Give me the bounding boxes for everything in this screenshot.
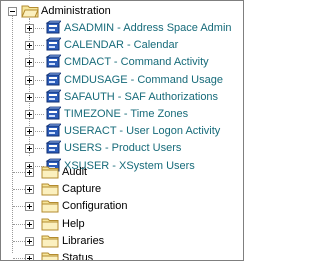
expand-toggle[interactable] xyxy=(25,76,34,85)
tree-item-label: Help xyxy=(62,218,85,230)
admin-node-icon xyxy=(45,20,61,34)
tree-item-admin-child[interactable]: CMDUSAGE - Command Usage xyxy=(1,71,243,89)
expand-toggle[interactable] xyxy=(25,185,34,194)
tree-item-admin-child[interactable]: USERS - Product Users xyxy=(1,139,243,157)
tree-item-label: USERS - Product Users xyxy=(64,142,182,154)
folder-open-icon xyxy=(21,5,39,18)
admin-node-icon xyxy=(45,37,61,51)
tree-item-admin-child[interactable]: CALENDAR - Calendar xyxy=(1,36,243,54)
tree-item-admin-child[interactable]: CMDACT - Command Activity xyxy=(1,53,243,71)
tree-item-admin-child[interactable]: USERACT - User Logon Activity xyxy=(1,122,243,140)
folder-icon xyxy=(41,252,59,260)
folder-icon xyxy=(41,200,59,213)
navigation-tree[interactable]: Administration ASADMIN - Address Space A… xyxy=(0,0,244,261)
expand-toggle[interactable] xyxy=(25,110,34,119)
tree-item-label: CALENDAR - Calendar xyxy=(64,39,179,51)
tree-item-label: Status xyxy=(62,252,94,261)
folder-icon xyxy=(41,218,59,231)
tree-item-label: Audit xyxy=(62,166,88,178)
expand-toggle[interactable] xyxy=(25,168,34,177)
admin-node-icon xyxy=(45,72,61,86)
expand-toggle[interactable] xyxy=(25,237,34,246)
expand-toggle[interactable] xyxy=(25,144,34,153)
expand-toggle[interactable] xyxy=(25,220,34,229)
tree-item-folder[interactable]: Help xyxy=(1,215,243,233)
tree-item-admin-child[interactable]: TIMEZONE - Time Zones xyxy=(1,105,243,123)
expand-toggle[interactable] xyxy=(25,127,34,136)
folder-icon xyxy=(41,166,59,179)
collapse-toggle[interactable] xyxy=(8,7,17,16)
expand-toggle[interactable] xyxy=(25,58,34,67)
tree-item-administration[interactable]: Administration xyxy=(1,2,243,20)
expand-toggle[interactable] xyxy=(25,202,34,211)
tree-item-label: TIMEZONE - Time Zones xyxy=(64,108,189,120)
tree-item-folder[interactable]: Audit xyxy=(1,163,243,181)
expand-toggle[interactable] xyxy=(25,24,34,33)
tree-item-admin-child[interactable]: SAFAUTH - SAF Authorizations xyxy=(1,88,243,106)
tree-item-folder[interactable]: Libraries xyxy=(1,232,243,250)
tree-item-label: SAFAUTH - SAF Authorizations xyxy=(64,91,219,103)
expand-toggle[interactable] xyxy=(25,254,34,260)
tree-item-folder[interactable]: Status xyxy=(1,249,243,261)
tree-item-label: Administration xyxy=(41,5,111,17)
admin-node-icon xyxy=(45,123,61,137)
admin-node-icon xyxy=(45,89,61,103)
expand-toggle[interactable] xyxy=(25,41,34,50)
tree-item-admin-child[interactable]: ASADMIN - Address Space Admin xyxy=(1,19,243,37)
tree-item-label: ASADMIN - Address Space Admin xyxy=(64,22,232,34)
expand-toggle[interactable] xyxy=(25,93,34,102)
admin-node-icon xyxy=(45,54,61,68)
admin-node-icon xyxy=(45,106,61,120)
tree-item-label: CMDUSAGE - Command Usage xyxy=(64,74,223,86)
folder-icon xyxy=(41,183,59,196)
folder-icon xyxy=(41,235,59,248)
admin-node-icon xyxy=(45,140,61,154)
tree-item-folder[interactable]: Capture xyxy=(1,180,243,198)
tree-item-label: CMDACT - Command Activity xyxy=(64,56,209,68)
tree-item-label: Capture xyxy=(62,183,102,195)
tree-item-label: Libraries xyxy=(62,235,105,247)
tree-item-label: Configuration xyxy=(62,200,128,212)
tree-item-folder[interactable]: Configuration xyxy=(1,197,243,215)
tree-item-label: USERACT - User Logon Activity xyxy=(64,125,221,137)
